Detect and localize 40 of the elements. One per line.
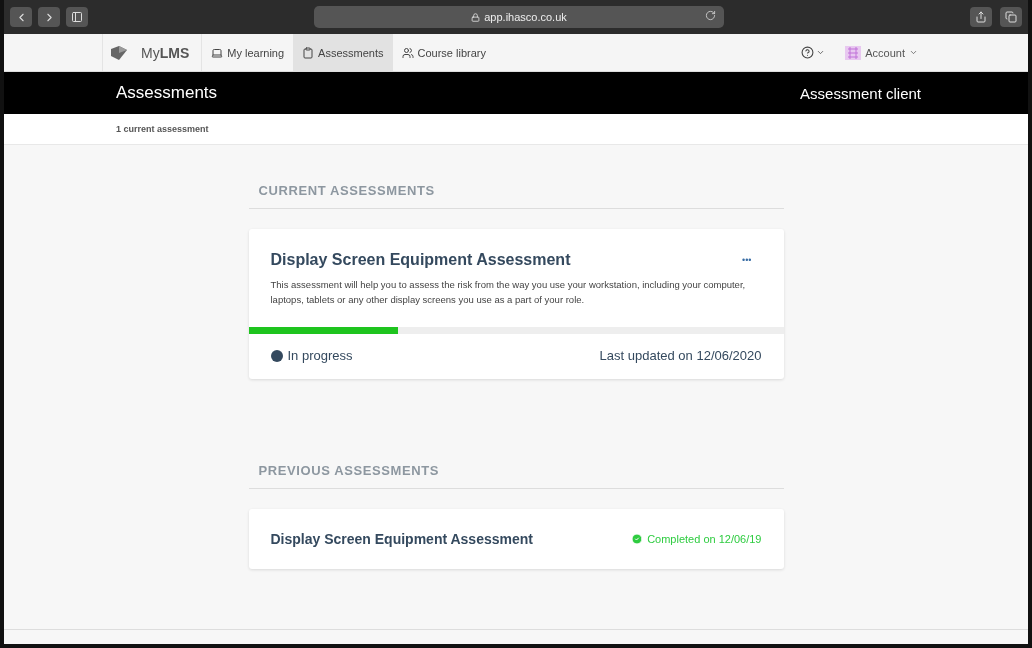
last-updated: Last updated on 12/06/2020 (599, 348, 762, 363)
card-description: This assessment will help you to assess the risk from the way you use your workstation, including your computer, laptops, tablets or any other display screens you use as a part of your role. (270, 278, 747, 307)
tabs-button[interactable] (1000, 7, 1022, 27)
address-bar[interactable]: app.ihasco.co.uk (314, 6, 724, 28)
avatar-icon (845, 45, 862, 60)
card-title: Display Screen Equipment Assessment (270, 531, 533, 547)
more-button[interactable]: ••• (732, 255, 762, 265)
tabs-icon (1005, 11, 1017, 23)
previous-assessment-card[interactable]: Display Screen Equipment Assessment Completed on 12/06/19 (248, 509, 784, 569)
people-icon (401, 46, 414, 59)
back-button[interactable] (10, 7, 32, 27)
status-dot-icon (270, 349, 283, 362)
sidebar-button[interactable] (66, 7, 88, 27)
section-heading: PREVIOUS ASSESSMENTS (248, 463, 784, 489)
brand-logo[interactable]: MyLMS (102, 34, 203, 71)
nav-tab[interactable]: My learning (202, 34, 294, 71)
nav-tab[interactable]: Course library (392, 34, 495, 71)
nav-tab[interactable]: Assessments (293, 34, 393, 71)
caret-icon (909, 48, 918, 57)
clipboard-icon (302, 46, 315, 59)
lock-icon (471, 12, 481, 22)
check-circle-icon (631, 533, 644, 545)
sidebar-icon (71, 11, 83, 23)
page-title: Assessments (116, 83, 218, 103)
completed-status: Completed on 12/06/19 (631, 533, 762, 545)
forward-button[interactable] (38, 7, 60, 27)
laptop-icon (211, 46, 224, 59)
share-icon (975, 11, 987, 23)
help-menu[interactable] (801, 46, 826, 59)
section-heading: CURRENT ASSESSMENTS (248, 183, 784, 209)
assessment-count: 1 current assessment (4, 114, 1028, 145)
reload-icon[interactable] (705, 10, 716, 21)
share-button[interactable] (970, 7, 992, 27)
help-icon (801, 46, 815, 59)
assessment-card[interactable] (248, 229, 784, 379)
card-title: Display Screen Equipment Assessment (270, 251, 571, 269)
client-name: Assessment client (800, 84, 921, 102)
status-label: In progress (270, 348, 353, 363)
account-menu[interactable]: Account (845, 45, 918, 60)
caret-icon (816, 48, 826, 57)
